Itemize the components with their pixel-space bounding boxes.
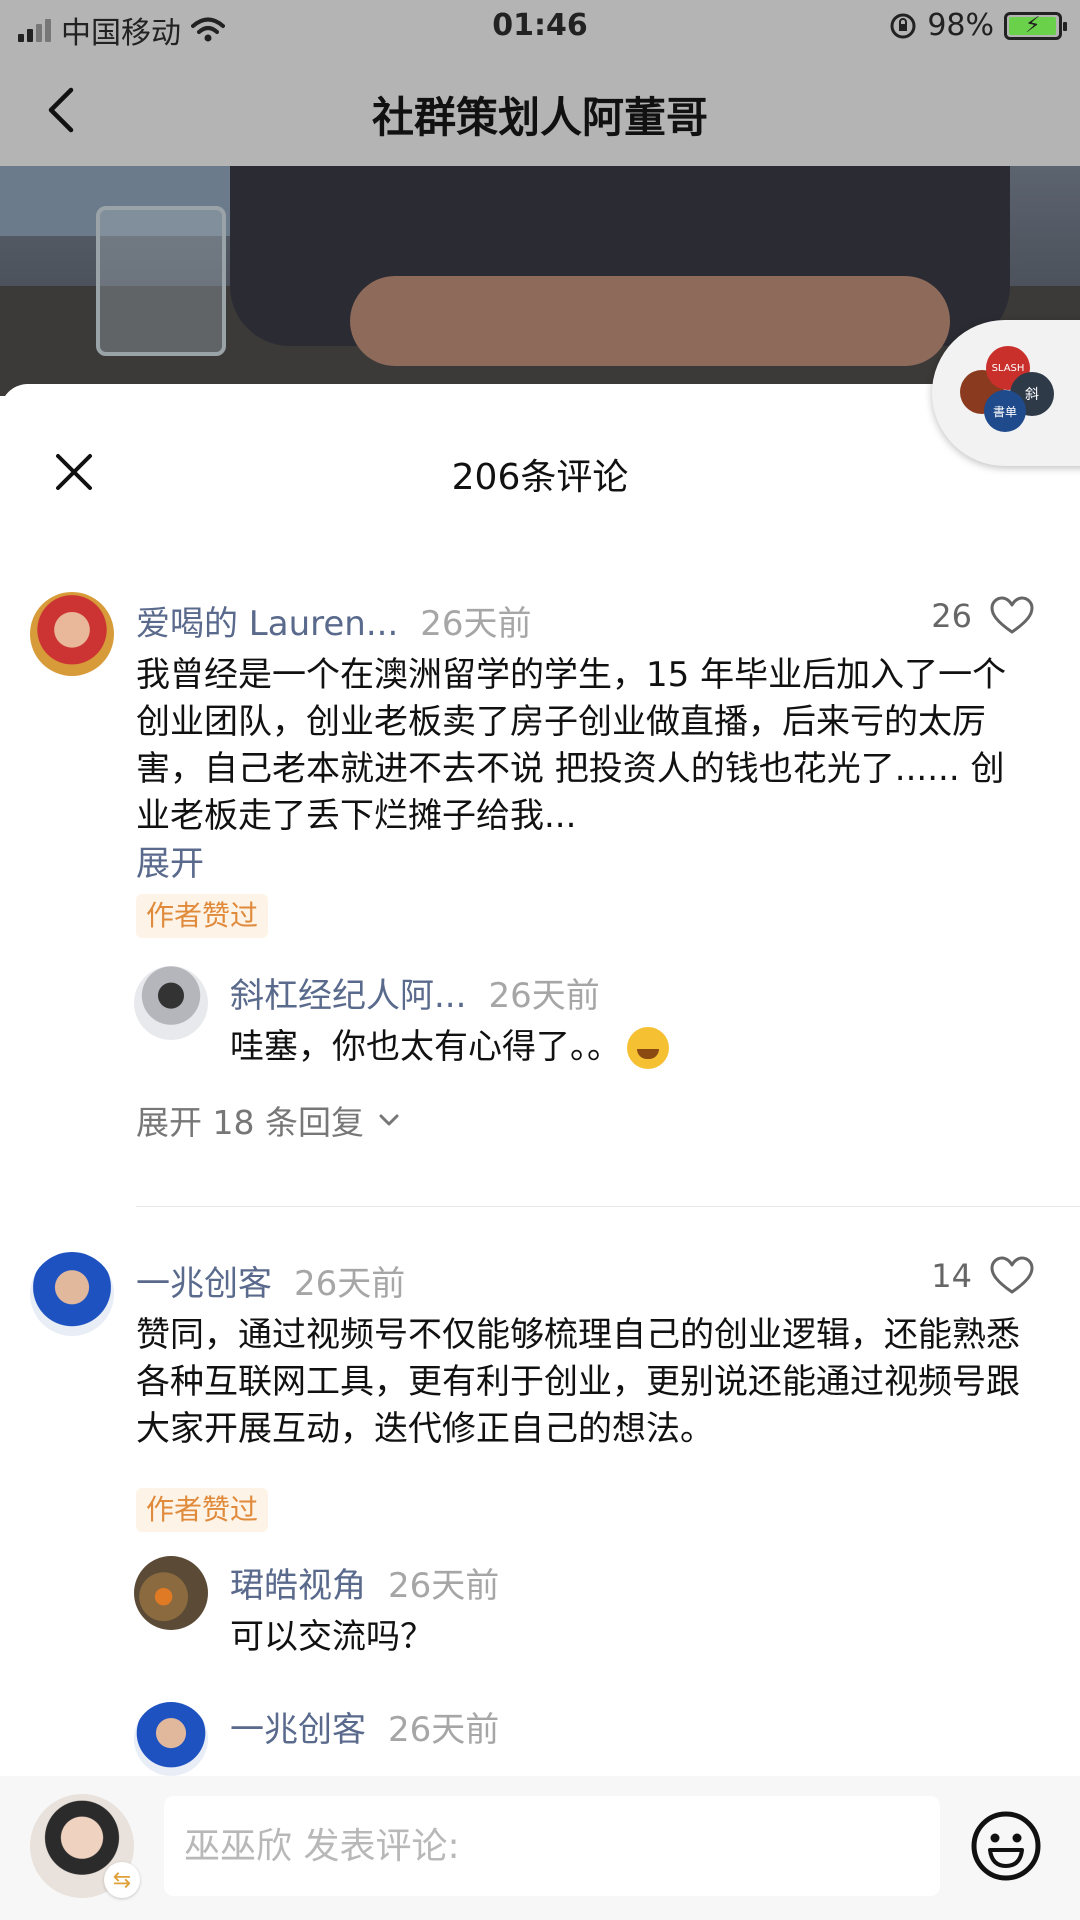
comment-item: 一兆创客 26天前 14 赞同，通过视频号不仅能够梳理自己的创业逻辑，还能熟悉各… [0,1252,1080,1812]
expand-link[interactable]: 展开 [136,836,204,885]
reply-header: 珺皓视角 26天前 [230,1558,499,1607]
avatar[interactable] [134,1556,208,1630]
comment-header: 爱喝的 Lauren... 26天前 [136,596,532,645]
reply-header: 斜杠经纪人阿... 26天前 [230,968,600,1017]
divider [136,1206,1080,1207]
reply-time: 26天前 [388,1566,500,1606]
floating-shortcut[interactable]: SLASH 斜 書单 [932,320,1080,466]
status-right: 98% ⚡ [889,8,1067,43]
commenter-name[interactable]: 爱喝的 Lauren... [136,596,398,645]
comment-input-bar: ⇆ [0,1776,1080,1920]
orientation-lock-icon [890,13,916,38]
comment-time: 26天前 [294,1264,406,1304]
sheet-header: 206条评论 [0,384,1080,534]
video-preview[interactable] [0,166,1080,396]
avatar[interactable] [30,1252,114,1336]
expand-replies-button[interactable]: 展开 18 条回复 [136,1096,400,1144]
avatar[interactable] [30,592,114,676]
commenter-name[interactable]: 一兆创客 [136,1256,272,1305]
comment-text: 我曾经是一个在澳洲留学的学生，15 年毕业后加入了一个创业团队，创业老板卖了房子… [136,655,1007,836]
charging-bolt-icon: ⚡ [1025,12,1041,38]
video-arm [350,276,950,366]
reply-time: 26天前 [388,1710,500,1750]
emoji-button-icon[interactable] [970,1810,1042,1882]
comment-input[interactable] [164,1796,940,1896]
battery-icon: ⚡ [1004,11,1067,40]
reply-text: 哇塞，你也太有心得了。。 [230,1027,621,1067]
switch-identity-icon[interactable]: ⇆ [104,1862,140,1898]
comment-header: 一兆创客 26天前 [136,1256,405,1305]
author-liked-badge: 作者赞过 [136,1488,269,1532]
replier-name[interactable]: 一兆创客 [230,1702,366,1751]
reply-text: 可以交流吗？ [230,1617,434,1657]
heart-icon [990,596,1034,634]
laugh-cry-emoji-icon [627,1026,669,1069]
reply-text-row: 哇塞，你也太有心得了。。 [230,1024,1030,1071]
top-bar: 中国移动 01:46 98% ⚡ 社群策划人阿董哥 [0,0,1080,166]
avatar[interactable] [134,966,208,1040]
author-liked-badge: 作者赞过 [136,894,269,938]
like-count: 14 [931,1257,972,1295]
heart-icon [990,1256,1034,1294]
page-title: 社群策划人阿董哥 [371,93,708,142]
replier-name[interactable]: 斜杠经纪人阿... [230,968,466,1017]
comments-sheet: 206条评论 爱喝的 Lauren... 26天前 26 我曾经是一个在澳洲留学… [0,384,1080,1920]
like-button[interactable]: 26 [931,596,1034,636]
replier-name[interactable]: 珺皓视角 [230,1558,366,1607]
avatar[interactable] [134,1702,208,1776]
like-button[interactable]: 14 [931,1256,1034,1296]
expand-replies-label: 展开 18 条回复 [136,1103,364,1142]
comment-text: 赞同，通过视频号不仅能够梳理自己的创业逻辑，还能熟悉各种互联网工具，更有利于创业… [136,1315,1020,1449]
nav-bar: 社群策划人阿董哥 [0,56,1080,166]
reply-time: 26天前 [488,976,600,1016]
status-bar: 中国移动 01:46 98% ⚡ [0,0,1080,56]
badge-circle: 書单 [984,390,1026,432]
comment-time: 26天前 [420,604,532,644]
comment-count-title: 206条评论 [451,457,629,498]
comment-item: 爱喝的 Lauren... 26天前 26 我曾经是一个在澳洲留学的学生，15 … [0,592,1080,1172]
battery-percent: 98% [927,8,994,43]
reply-header: 一兆创客 26天前 [230,1702,499,1751]
video-glass [96,206,226,356]
like-count: 26 [931,597,972,635]
chevron-down-icon [379,1114,399,1126]
